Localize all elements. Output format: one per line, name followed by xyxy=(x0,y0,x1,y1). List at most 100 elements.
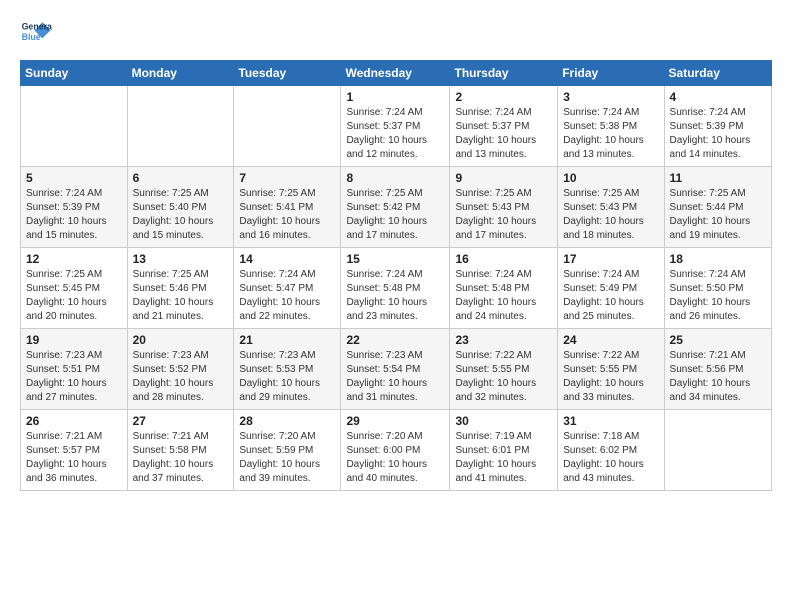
day-number: 23 xyxy=(455,333,552,347)
day-info: Sunrise: 7:20 AM Sunset: 5:59 PM Dayligh… xyxy=(239,430,335,486)
day-number: 20 xyxy=(133,333,229,347)
day-number: 11 xyxy=(670,171,766,185)
day-info: Sunrise: 7:21 AM Sunset: 5:58 PM Dayligh… xyxy=(133,430,229,486)
day-number: 27 xyxy=(133,414,229,428)
week-row-1: 1 Sunrise: 7:24 AM Sunset: 5:37 PM Daylig… xyxy=(21,86,772,167)
day-cell: 18 Sunrise: 7:24 AM Sunset: 5:50 PM Dayli… xyxy=(664,248,771,329)
day-info: Sunrise: 7:24 AM Sunset: 5:38 PM Dayligh… xyxy=(563,106,658,162)
day-number: 3 xyxy=(563,90,658,104)
day-cell: 7 Sunrise: 7:25 AM Sunset: 5:41 PM Daylig… xyxy=(234,167,341,248)
day-number: 25 xyxy=(670,333,766,347)
day-number: 15 xyxy=(346,252,444,266)
day-info: Sunrise: 7:23 AM Sunset: 5:53 PM Dayligh… xyxy=(239,349,335,405)
header: General Blue xyxy=(20,16,772,48)
day-number: 22 xyxy=(346,333,444,347)
weekday-header-thursday: Thursday xyxy=(450,61,558,86)
day-cell: 5Sunrise: 7:24 AM Sunset: 5:39 PM Daylig… xyxy=(21,167,128,248)
day-number: 17 xyxy=(563,252,658,266)
day-info: Sunrise: 7:25 AM Sunset: 5:41 PM Dayligh… xyxy=(239,187,335,243)
day-cell: 4 Sunrise: 7:24 AM Sunset: 5:39 PM Daylig… xyxy=(664,86,771,167)
day-info: Sunrise: 7:25 AM Sunset: 5:44 PM Dayligh… xyxy=(670,187,766,243)
day-info: Sunrise: 7:24 AM Sunset: 5:39 PM Dayligh… xyxy=(670,106,766,162)
day-info: Sunrise: 7:22 AM Sunset: 5:55 PM Dayligh… xyxy=(455,349,552,405)
day-number: 7 xyxy=(239,171,335,185)
day-number: 21 xyxy=(239,333,335,347)
svg-text:General: General xyxy=(22,22,52,32)
day-number: 24 xyxy=(563,333,658,347)
weekday-header-monday: Monday xyxy=(127,61,234,86)
day-number: 9 xyxy=(455,171,552,185)
day-cell: 26 Sunrise: 7:21 AM Sunset: 5:57 PM Dayli… xyxy=(21,410,128,491)
day-info: Sunrise: 7:18 AM Sunset: 6:02 PM Dayligh… xyxy=(563,430,658,486)
day-cell xyxy=(21,86,128,167)
day-info: Sunrise: 7:23 AM Sunset: 5:52 PM Dayligh… xyxy=(133,349,229,405)
day-info: Sunrise: 7:20 AM Sunset: 6:00 PM Dayligh… xyxy=(346,430,444,486)
day-cell: 16Sunrise: 7:24 AM Sunset: 5:48 PM Dayli… xyxy=(450,248,558,329)
day-info: Sunrise: 7:24 AM Sunset: 5:47 PM Dayligh… xyxy=(239,268,335,324)
logo-icon: General Blue xyxy=(20,16,52,48)
day-number: 14 xyxy=(239,252,335,266)
day-cell: 12Sunrise: 7:25 AM Sunset: 5:45 PM Dayli… xyxy=(21,248,128,329)
day-cell: 2Sunrise: 7:24 AM Sunset: 5:37 PM Daylig… xyxy=(450,86,558,167)
day-cell: 11 Sunrise: 7:25 AM Sunset: 5:44 PM Dayli… xyxy=(664,167,771,248)
day-number: 16 xyxy=(455,252,552,266)
day-number: 5 xyxy=(26,171,122,185)
day-info: Sunrise: 7:25 AM Sunset: 5:42 PM Dayligh… xyxy=(346,187,444,243)
weekday-header-saturday: Saturday xyxy=(664,61,771,86)
day-cell xyxy=(234,86,341,167)
day-number: 28 xyxy=(239,414,335,428)
day-number: 8 xyxy=(346,171,444,185)
week-row-5: 26 Sunrise: 7:21 AM Sunset: 5:57 PM Dayli… xyxy=(21,410,772,491)
day-cell: 14 Sunrise: 7:24 AM Sunset: 5:47 PM Dayli… xyxy=(234,248,341,329)
week-row-3: 12Sunrise: 7:25 AM Sunset: 5:45 PM Dayli… xyxy=(21,248,772,329)
weekday-header-row: SundayMondayTuesdayWednesdayThursdayFrid… xyxy=(21,61,772,86)
day-cell: 10 Sunrise: 7:25 AM Sunset: 5:43 PM Dayli… xyxy=(558,167,664,248)
day-info: Sunrise: 7:25 AM Sunset: 5:46 PM Dayligh… xyxy=(133,268,229,324)
day-number: 29 xyxy=(346,414,444,428)
day-cell: 21 Sunrise: 7:23 AM Sunset: 5:53 PM Dayli… xyxy=(234,329,341,410)
day-info: Sunrise: 7:24 AM Sunset: 5:48 PM Dayligh… xyxy=(346,268,444,324)
day-number: 31 xyxy=(563,414,658,428)
day-info: Sunrise: 7:21 AM Sunset: 5:57 PM Dayligh… xyxy=(26,430,122,486)
day-number: 26 xyxy=(26,414,122,428)
day-number: 12 xyxy=(26,252,122,266)
day-number: 10 xyxy=(563,171,658,185)
week-row-4: 19 Sunrise: 7:23 AM Sunset: 5:51 PM Dayli… xyxy=(21,329,772,410)
day-info: Sunrise: 7:23 AM Sunset: 5:54 PM Dayligh… xyxy=(346,349,444,405)
day-info: Sunrise: 7:23 AM Sunset: 5:51 PM Dayligh… xyxy=(26,349,122,405)
day-number: 18 xyxy=(670,252,766,266)
day-number: 1 xyxy=(346,90,444,104)
day-cell: 31 Sunrise: 7:18 AM Sunset: 6:02 PM Dayli… xyxy=(558,410,664,491)
day-info: Sunrise: 7:24 AM Sunset: 5:50 PM Dayligh… xyxy=(670,268,766,324)
day-number: 4 xyxy=(670,90,766,104)
weekday-header-sunday: Sunday xyxy=(21,61,128,86)
day-number: 2 xyxy=(455,90,552,104)
day-info: Sunrise: 7:24 AM Sunset: 5:37 PM Dayligh… xyxy=(346,106,444,162)
week-row-2: 5Sunrise: 7:24 AM Sunset: 5:39 PM Daylig… xyxy=(21,167,772,248)
day-cell: 27 Sunrise: 7:21 AM Sunset: 5:58 PM Dayli… xyxy=(127,410,234,491)
svg-text:Blue: Blue xyxy=(22,32,41,42)
day-cell: 28 Sunrise: 7:20 AM Sunset: 5:59 PM Dayli… xyxy=(234,410,341,491)
day-cell: 6Sunrise: 7:25 AM Sunset: 5:40 PM Daylig… xyxy=(127,167,234,248)
day-cell: 3 Sunrise: 7:24 AM Sunset: 5:38 PM Daylig… xyxy=(558,86,664,167)
day-cell: 25Sunrise: 7:21 AM Sunset: 5:56 PM Dayli… xyxy=(664,329,771,410)
day-cell: 24 Sunrise: 7:22 AM Sunset: 5:55 PM Dayli… xyxy=(558,329,664,410)
day-cell: 13Sunrise: 7:25 AM Sunset: 5:46 PM Dayli… xyxy=(127,248,234,329)
page: General Blue SundayMondayTuesdayWednesda… xyxy=(0,0,792,612)
day-cell: 9Sunrise: 7:25 AM Sunset: 5:43 PM Daylig… xyxy=(450,167,558,248)
day-number: 19 xyxy=(26,333,122,347)
weekday-header-friday: Friday xyxy=(558,61,664,86)
day-info: Sunrise: 7:22 AM Sunset: 5:55 PM Dayligh… xyxy=(563,349,658,405)
day-cell: 22 Sunrise: 7:23 AM Sunset: 5:54 PM Dayli… xyxy=(341,329,450,410)
day-number: 6 xyxy=(133,171,229,185)
day-info: Sunrise: 7:25 AM Sunset: 5:43 PM Dayligh… xyxy=(563,187,658,243)
day-cell: 17Sunrise: 7:24 AM Sunset: 5:49 PM Dayli… xyxy=(558,248,664,329)
day-cell: 30Sunrise: 7:19 AM Sunset: 6:01 PM Dayli… xyxy=(450,410,558,491)
day-cell: 19 Sunrise: 7:23 AM Sunset: 5:51 PM Dayli… xyxy=(21,329,128,410)
day-cell: 23 Sunrise: 7:22 AM Sunset: 5:55 PM Dayli… xyxy=(450,329,558,410)
day-cell: 1 Sunrise: 7:24 AM Sunset: 5:37 PM Daylig… xyxy=(341,86,450,167)
day-cell: 8 Sunrise: 7:25 AM Sunset: 5:42 PM Daylig… xyxy=(341,167,450,248)
calendar: SundayMondayTuesdayWednesdayThursdayFrid… xyxy=(20,60,772,491)
day-cell xyxy=(664,410,771,491)
weekday-header-tuesday: Tuesday xyxy=(234,61,341,86)
